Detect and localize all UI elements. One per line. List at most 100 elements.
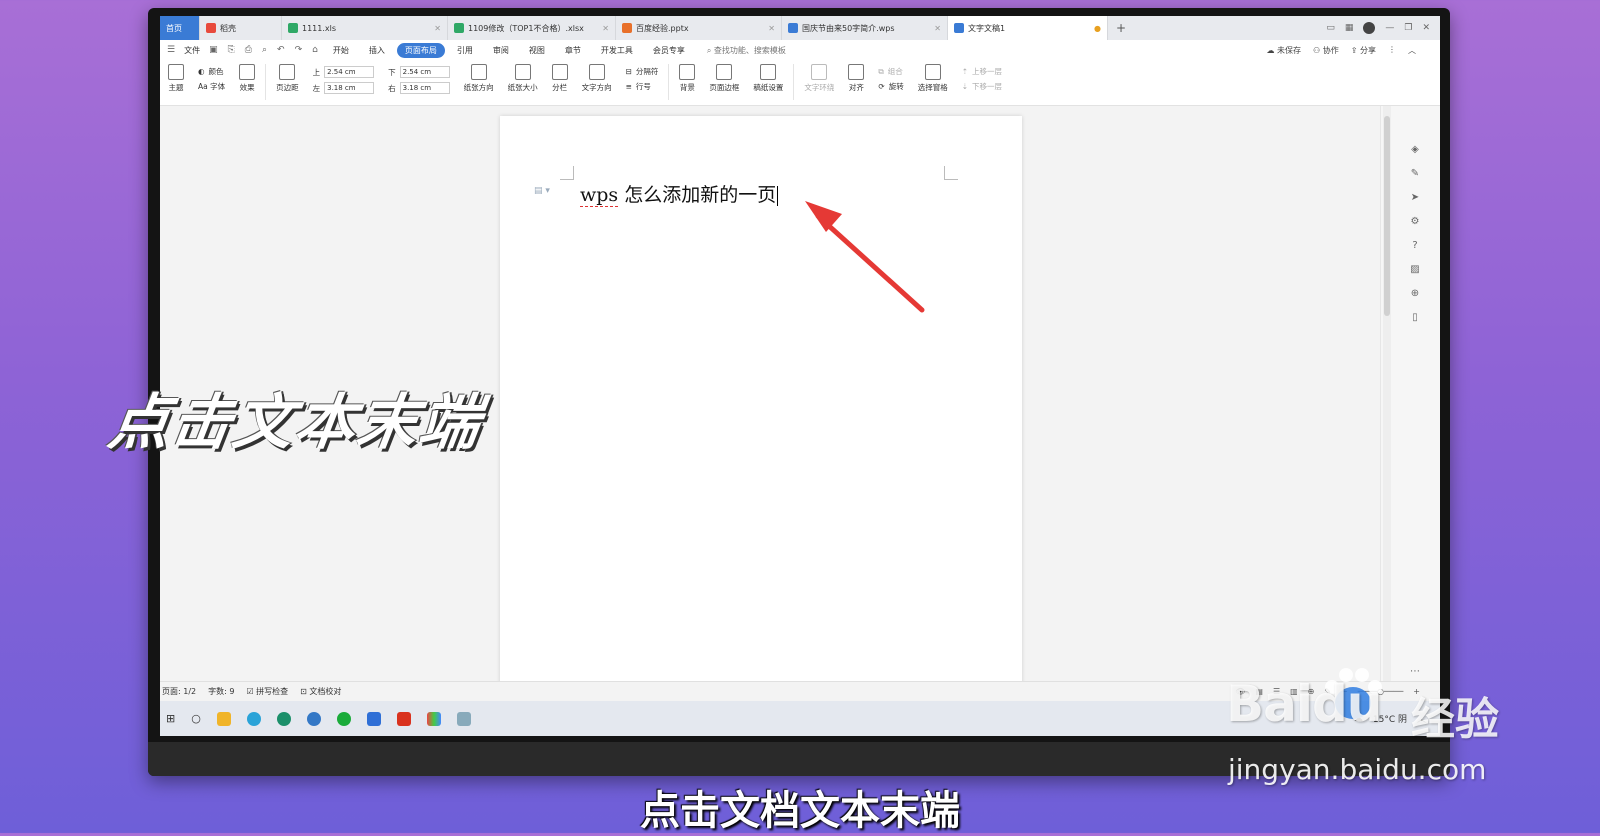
menu-start[interactable]: 开始: [325, 43, 357, 58]
app-icon[interactable]: [456, 711, 471, 726]
bottom-margin-input[interactable]: 2.54 cm: [399, 66, 450, 78]
export-icon[interactable]: ⎘: [225, 45, 238, 55]
unsaved-dot-icon[interactable]: ●: [1094, 24, 1101, 33]
more-icon[interactable]: ⋮: [1388, 45, 1396, 56]
word-count[interactable]: 字数: 9: [208, 686, 234, 697]
menu-insert[interactable]: 插入: [361, 43, 393, 58]
bring-forward-button[interactable]: ⇡ 上移一层: [962, 66, 1002, 77]
restore-icon[interactable]: ❐: [1404, 23, 1412, 33]
proofread-button[interactable]: ⊡ 文档校对: [300, 686, 341, 697]
zoom-out-icon[interactable]: −: [1341, 687, 1348, 696]
tab-wps[interactable]: 国庆节由来50字简介.wps ✕: [782, 16, 948, 40]
wrap-button[interactable]: 文字环绕: [800, 64, 838, 93]
grid-icon[interactable]: ▦: [1345, 23, 1354, 33]
select-pane-button[interactable]: 选择窗格: [914, 64, 952, 93]
menu-references[interactable]: 引用: [449, 43, 481, 58]
scrollbar-thumb[interactable]: [1384, 116, 1390, 316]
vertical-scrollbar[interactable]: [1383, 106, 1391, 681]
pen-icon[interactable]: ✎: [1409, 168, 1421, 180]
zoom-in-icon[interactable]: +: [1413, 687, 1420, 696]
edge-icon[interactable]: [276, 711, 291, 726]
more-dots-icon[interactable]: ⋯: [1409, 666, 1421, 678]
background-button[interactable]: 背景: [675, 64, 699, 93]
close-icon[interactable]: ✕: [768, 24, 775, 33]
settings-sliders-icon[interactable]: ⚙: [1409, 216, 1421, 228]
minimize-icon[interactable]: —: [1385, 23, 1394, 33]
weather-text[interactable]: 15°C 阴: [1373, 712, 1407, 725]
tray-chevron-icon[interactable]: ︿: [1417, 712, 1426, 725]
left-margin-input[interactable]: 3.18 cm: [324, 82, 375, 94]
print-icon[interactable]: ⎙: [242, 45, 255, 55]
color-button[interactable]: ◐ 颜色: [198, 66, 225, 77]
eye-protect-icon[interactable]: 👁: [1235, 687, 1245, 696]
effect-button[interactable]: 效果: [235, 64, 259, 93]
theme-button[interactable]: 主题: [164, 64, 188, 93]
tab-xlsx[interactable]: 1109修改（TOP1不合格）.xlsx ✕: [448, 16, 616, 40]
text-direction-button[interactable]: 文字方向: [578, 64, 616, 93]
write-view-icon[interactable]: ✎: [1324, 687, 1331, 696]
tab-active-doc[interactable]: 文字文稿1 ●: [948, 16, 1108, 40]
menu-file[interactable]: 文件: [182, 43, 202, 58]
help-icon[interactable]: ?: [1409, 240, 1421, 252]
wechat-icon[interactable]: [336, 711, 351, 726]
new-tab-button[interactable]: +: [1108, 21, 1134, 35]
tab-pptx[interactable]: 百度经验.pptx ✕: [616, 16, 782, 40]
line-numbers-button[interactable]: ≡ 行号: [626, 81, 659, 92]
top-margin-input[interactable]: 2.54 cm: [324, 66, 375, 78]
close-icon[interactable]: ✕: [602, 24, 609, 33]
document-page[interactable]: ▤ ▾ wps 怎么添加新的一页: [500, 116, 1022, 686]
windows-start-icon[interactable]: ⊞: [166, 712, 175, 725]
menu-chapter[interactable]: 章节: [557, 43, 589, 58]
feishu-icon[interactable]: [366, 711, 381, 726]
tab-docer[interactable]: 稻壳: [200, 16, 282, 40]
menu-page-layout[interactable]: 页面布局: [396, 42, 445, 58]
search-circle-icon[interactable]: ○: [191, 712, 201, 725]
page-view-icon[interactable]: ▤: [1255, 687, 1263, 696]
hamburger-icon[interactable]: ☰: [164, 45, 178, 55]
web-view-icon[interactable]: ⊕: [1308, 687, 1315, 696]
group-button[interactable]: ⧉ 组合: [878, 66, 903, 77]
app-s-icon[interactable]: [306, 711, 321, 726]
page-border-button[interactable]: 页面边框: [705, 64, 743, 93]
right-margin-input[interactable]: 3.18 cm: [399, 82, 450, 94]
paragraph-handle-icon[interactable]: ▤ ▾: [534, 186, 550, 196]
menu-view[interactable]: 视图: [521, 43, 553, 58]
page-count[interactable]: 页面: 1/2: [162, 686, 196, 697]
rotate-button[interactable]: ⟳ 旋转: [878, 81, 903, 92]
tab-home[interactable]: 首页: [160, 16, 200, 40]
margins-button[interactable]: 页边距: [272, 64, 303, 93]
unsaved-button[interactable]: ☁ 未保存: [1266, 45, 1301, 56]
spell-check-button[interactable]: ☑ 拼写检查: [246, 686, 288, 697]
book-icon[interactable]: ▯: [1409, 312, 1421, 324]
orientation-button[interactable]: 纸张方向: [460, 64, 498, 93]
pointer-icon[interactable]: ➤: [1409, 192, 1421, 204]
close-icon[interactable]: ✕: [934, 24, 941, 33]
layout-icon[interactable]: ▭: [1326, 23, 1335, 33]
style-icon[interactable]: ◈: [1409, 144, 1421, 156]
outline-view-icon[interactable]: ☰: [1273, 687, 1280, 696]
wps-icon[interactable]: [396, 711, 411, 726]
redo-icon[interactable]: ↷: [292, 45, 306, 55]
reading-view-icon[interactable]: ▥: [1290, 687, 1298, 696]
collab-button[interactable]: ⚇ 协作: [1313, 45, 1339, 56]
document-text[interactable]: wps 怎么添加新的一页: [580, 180, 779, 207]
format-painter-icon[interactable]: ⌂: [309, 45, 321, 55]
close-window-icon[interactable]: ✕: [1422, 23, 1430, 33]
zoom-slider[interactable]: ────○────: [1358, 687, 1404, 696]
menu-member[interactable]: 会员专享: [645, 43, 693, 58]
columns-button[interactable]: 分栏: [548, 64, 572, 93]
menu-developer[interactable]: 开发工具: [593, 43, 641, 58]
file-explorer-icon[interactable]: [216, 711, 231, 726]
menu-review[interactable]: 审阅: [485, 43, 517, 58]
manuscript-button[interactable]: 稿纸设置: [749, 64, 787, 93]
collapse-icon[interactable]: ︿: [1408, 45, 1416, 56]
image-icon[interactable]: ▨: [1409, 264, 1421, 276]
save-icon[interactable]: ▣: [206, 45, 221, 55]
search-box[interactable]: ⌕ 查找功能、搜索模板: [697, 45, 786, 56]
preview-icon[interactable]: ⌕: [259, 45, 270, 55]
break-button[interactable]: ⊟ 分隔符: [626, 66, 659, 77]
share-button[interactable]: ⇪ 分享: [1351, 45, 1376, 56]
close-icon[interactable]: ✕: [434, 24, 441, 33]
translate-icon[interactable]: ⊕: [1409, 288, 1421, 300]
size-button[interactable]: 纸张大小: [504, 64, 542, 93]
